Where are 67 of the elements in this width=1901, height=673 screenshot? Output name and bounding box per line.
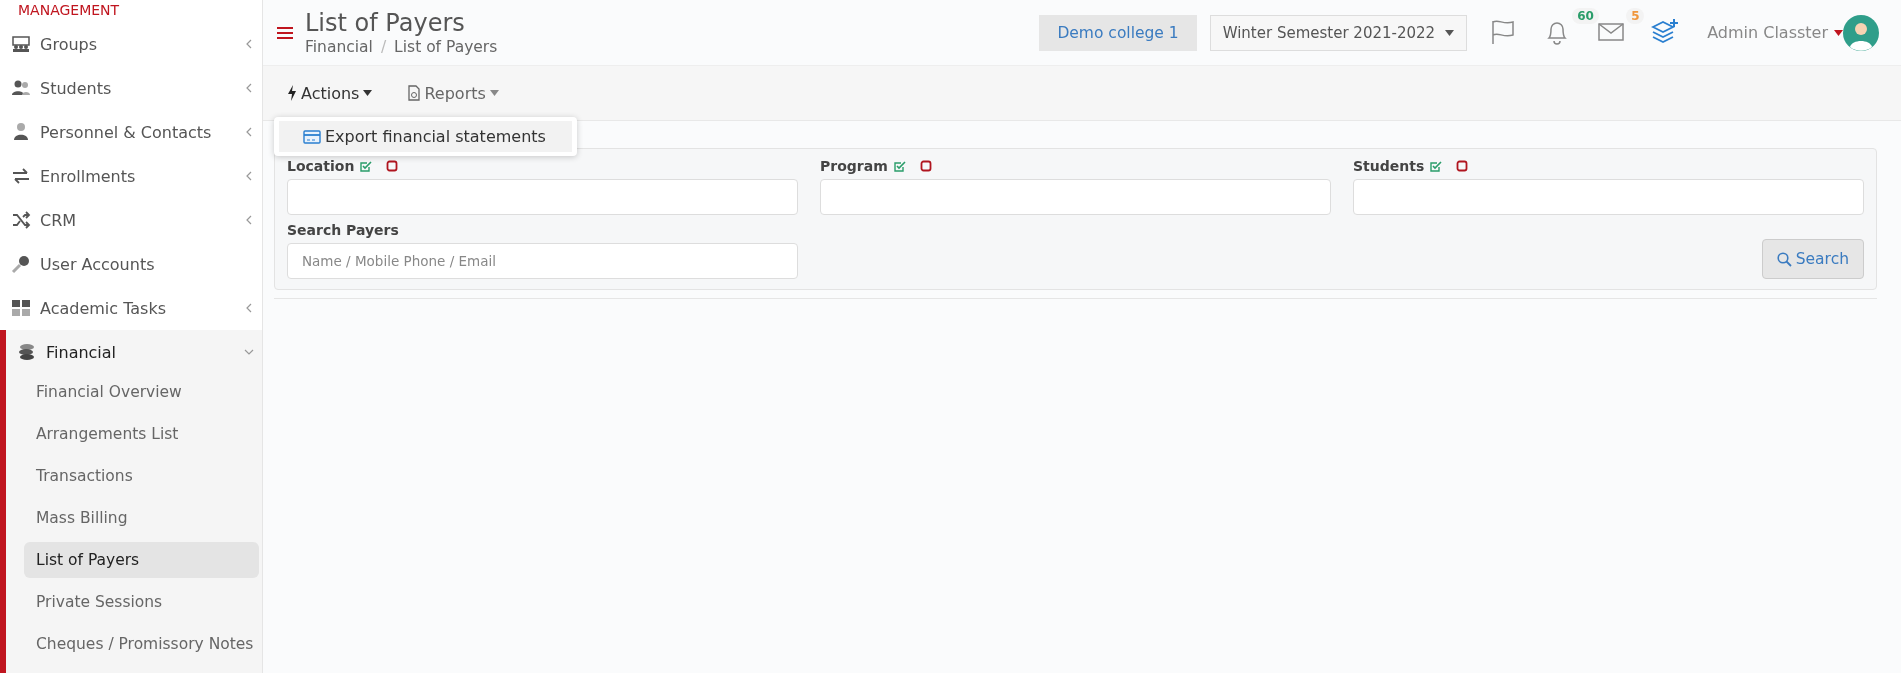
filter-field[interactable] [287,179,798,215]
search-button[interactable]: Search [1761,239,1864,279]
select-all-icon[interactable] [1430,160,1443,172]
select-all-icon[interactable] [893,160,906,172]
field-label: Program [820,158,888,174]
semester-select[interactable]: Winter Semester 2021-2022 [1209,14,1468,51]
sidebar-item[interactable]: Personnel & Contacts [0,110,262,154]
layers-plus-icon[interactable] [1651,17,1680,46]
page-title: List of Payers [305,9,466,38]
chevron-icon [244,127,254,137]
submenu-item[interactable]: Private Sessions [24,584,259,620]
caret-icon [1445,29,1455,36]
actions-button[interactable]: Actions [287,83,373,103]
grid-icon [10,298,32,318]
notification-count: 60 [1572,7,1599,24]
clear-icon[interactable] [1456,160,1469,172]
field-label: Location [287,158,355,174]
menu-item[interactable]: Export financial statements [279,121,572,152]
clear-icon[interactable] [386,160,399,172]
reports-button[interactable]: Reports [408,83,499,103]
submenu-item[interactable]: List of Payers [24,542,259,578]
users-icon [10,78,32,98]
chevron-icon [244,215,254,225]
chevron-icon [244,171,254,181]
sidebar-item[interactable]: Groups [0,22,262,66]
avatar-icon[interactable] [1843,14,1879,51]
clear-icon[interactable] [919,160,932,172]
sidebar-item[interactable]: Enrollments [0,154,262,198]
chevron-icon [244,303,254,313]
chevron-icon [244,347,254,357]
sidebar-item[interactable]: User Accounts [0,242,262,286]
submenu-item[interactable]: Cheques / Promissory Notes [24,626,259,662]
submenu-item[interactable]: Financial Overview [24,374,259,410]
sidebar-item[interactable]: Students [0,66,262,110]
chevron-icon [244,83,254,93]
chevron-icon [244,39,254,49]
field-label: Search Payers [287,222,399,238]
breadcrumb-item[interactable]: Financial [305,37,373,56]
arrows-icon [10,166,32,186]
submenu-item[interactable]: Mass Billing [24,500,259,536]
shuffle-icon [10,210,32,230]
card-icon [303,129,321,144]
submenu-item[interactable]: Arrangements List [24,416,259,452]
breadcrumb-item: List of Payers [394,37,498,56]
sidebar-item[interactable]: Financial [6,330,262,374]
search-field[interactable]: Name / Mobile Phone / Email [287,243,798,279]
breadcrumb-separator: / [380,37,387,56]
field-label: Students [1353,158,1425,174]
group-icon [10,34,32,54]
key-icon [10,254,32,274]
search-icon [1776,251,1792,267]
user-menu[interactable]: Admin Classter [1707,23,1843,42]
sidebar-item[interactable]: Academic Tasks [0,286,262,330]
message-count: 5 [1626,7,1645,24]
caret-icon [1834,29,1843,36]
menu-icon[interactable] [277,25,293,40]
select-all-icon[interactable] [360,160,373,172]
lightning-icon [287,85,297,101]
sidebar-item[interactable]: CRM [0,198,262,242]
submenu-item[interactable]: Transactions [24,458,259,494]
section-title: MANAGEMENT [17,1,121,20]
college-button[interactable]: Demo college 1 [1039,14,1197,51]
caret-icon [489,90,499,96]
document-icon [408,85,421,101]
caret-icon [363,90,373,96]
filter-field[interactable] [820,179,1331,215]
filter-field[interactable] [1353,179,1864,215]
